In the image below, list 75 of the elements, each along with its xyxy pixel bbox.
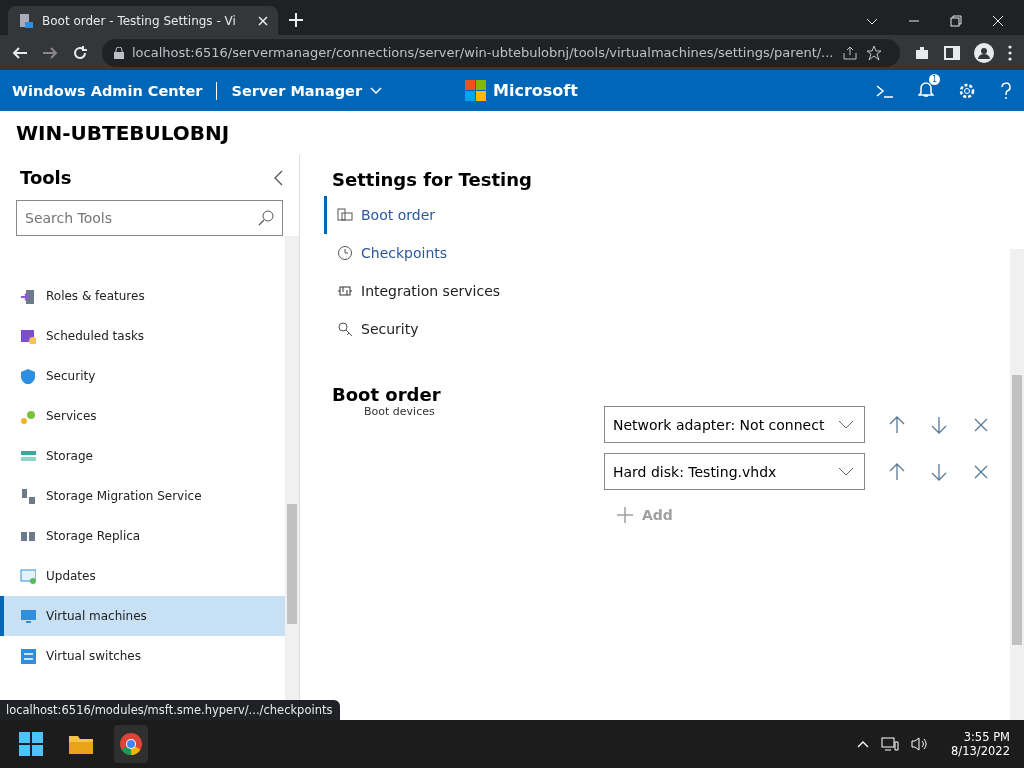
network-icon[interactable] (881, 736, 900, 752)
settings-nav-item[interactable]: Checkpoints (324, 234, 448, 272)
settings-nav-item[interactable]: Security (324, 310, 419, 348)
tool-item[interactable]: Roles & features (0, 276, 285, 316)
tool-icon (20, 568, 36, 584)
clock-date[interactable]: 8/13/2022 (951, 744, 1010, 758)
logo-icon (465, 79, 487, 102)
server-name: WIN-UBTEBULOBNJ (16, 121, 230, 145)
tool-icon (20, 608, 36, 624)
profile-icon[interactable] (974, 42, 994, 63)
tool-item[interactable]: Security (0, 356, 285, 396)
close-icon[interactable] (258, 15, 268, 26)
back-icon[interactable] (12, 44, 28, 61)
terminal-icon[interactable] (876, 82, 894, 99)
nav-icon (337, 283, 353, 299)
windows-icon (19, 732, 43, 756)
nav-icon (337, 245, 353, 261)
tool-item[interactable]: Scheduled tasks (0, 316, 285, 356)
tool-icon (20, 488, 36, 504)
notification-badge: 1 (929, 74, 940, 85)
clock-time[interactable]: 3:55 PM (963, 730, 1010, 744)
tool-item[interactable]: Virtual machines (0, 596, 285, 636)
browser-tab[interactable]: Boot order - Testing Settings - Vi (8, 6, 278, 35)
device-dropdown[interactable]: Network adapter: Not connect (604, 406, 865, 443)
browser-button[interactable] (114, 725, 148, 763)
more-icon[interactable] (1008, 44, 1012, 61)
star-icon[interactable] (865, 44, 882, 61)
address-field[interactable]: localhost:6516/servermanager/connections/server/win-ubtebulobnj/tools/virtualmachines/settings/parent/... (102, 38, 900, 67)
settings-nav-item[interactable]: Boot order (324, 196, 435, 234)
help-icon[interactable] (1000, 81, 1012, 100)
puzzle-icon[interactable] (914, 44, 930, 61)
restore-icon[interactable] (950, 15, 962, 27)
settings-icon[interactable] (958, 81, 976, 100)
tool-item[interactable]: Updates (0, 556, 285, 596)
tool-item[interactable]: Storage Replica (0, 516, 285, 556)
product-name[interactable]: Windows Admin Center (12, 82, 203, 99)
section-title: Boot order (332, 384, 442, 405)
tool-icon (20, 648, 36, 664)
nav-icon (337, 207, 353, 223)
server-icon (18, 12, 34, 29)
tool-item[interactable]: Storage (0, 436, 285, 476)
search-box[interactable]: Search Tools (16, 200, 283, 236)
close-icon[interactable] (992, 15, 1004, 27)
device-dropdown[interactable]: Hard disk: Testing.vhdx (604, 453, 865, 490)
tool-icon (20, 448, 36, 464)
tool-icon (20, 288, 36, 304)
sidebar-icon[interactable] (944, 44, 960, 61)
field-label: Boot devices (364, 405, 436, 418)
plus-icon (616, 506, 634, 524)
status-url: localhost:6516/modules/msft.sme.hyperv/.../checkpoints (0, 700, 341, 721)
brand-name: Microsoft (493, 81, 578, 100)
scrollbar-thumb[interactable] (1012, 375, 1022, 645)
tool-icon (20, 408, 36, 424)
tools-title: Tools (20, 167, 72, 188)
tool-item[interactable]: Services (0, 396, 285, 436)
forward-icon[interactable] (42, 44, 58, 61)
tool-item[interactable]: Storage Migration Service (0, 476, 285, 516)
settings-nav-item[interactable]: Integration services (324, 272, 501, 310)
scrollbar-thumb[interactable] (287, 504, 297, 624)
chevron-up-icon[interactable] (857, 740, 870, 748)
tool-item[interactable]: Virtual switches (0, 636, 285, 676)
volume-icon[interactable] (911, 736, 930, 752)
tool-icon (20, 368, 36, 384)
collapse-icon[interactable] (273, 169, 283, 186)
settings-title: Settings for Testing (332, 169, 533, 190)
bell-icon[interactable] (918, 80, 934, 98)
nav-icon (337, 321, 353, 337)
search-icon[interactable] (258, 210, 274, 226)
reload-icon[interactable] (72, 44, 88, 61)
lock-icon (114, 46, 124, 59)
share-icon[interactable] (841, 44, 858, 61)
browser-icon (119, 732, 143, 756)
folder-icon (68, 733, 94, 755)
context-dropdown[interactable]: Server Manager (231, 82, 383, 99)
tool-icon (20, 328, 36, 344)
